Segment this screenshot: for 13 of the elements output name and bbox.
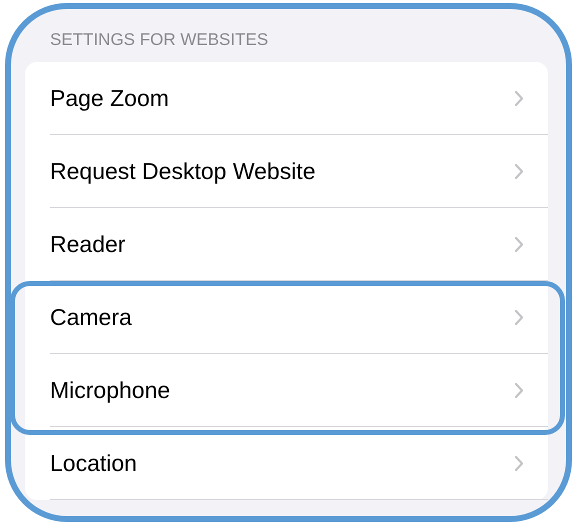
settings-row[interactable]: Camera <box>50 281 548 354</box>
settings-row[interactable]: Page Zoom <box>50 62 548 135</box>
settings-row[interactable]: Location <box>50 427 548 500</box>
settings-row[interactable]: Microphone <box>50 354 548 427</box>
chevron-icon <box>514 162 524 180</box>
chevron-icon <box>514 454 524 472</box>
settings-row[interactable]: Reader <box>50 208 548 281</box>
chevron-icon <box>514 382 524 398</box>
chevron-icon <box>514 308 524 326</box>
chevron-icon <box>514 236 524 252</box>
settings-row[interactable]: Request Desktop Website <box>50 135 548 208</box>
section-header: SETTINGS FOR WEBSITES <box>49 29 270 50</box>
chevron-icon <box>514 90 524 106</box>
